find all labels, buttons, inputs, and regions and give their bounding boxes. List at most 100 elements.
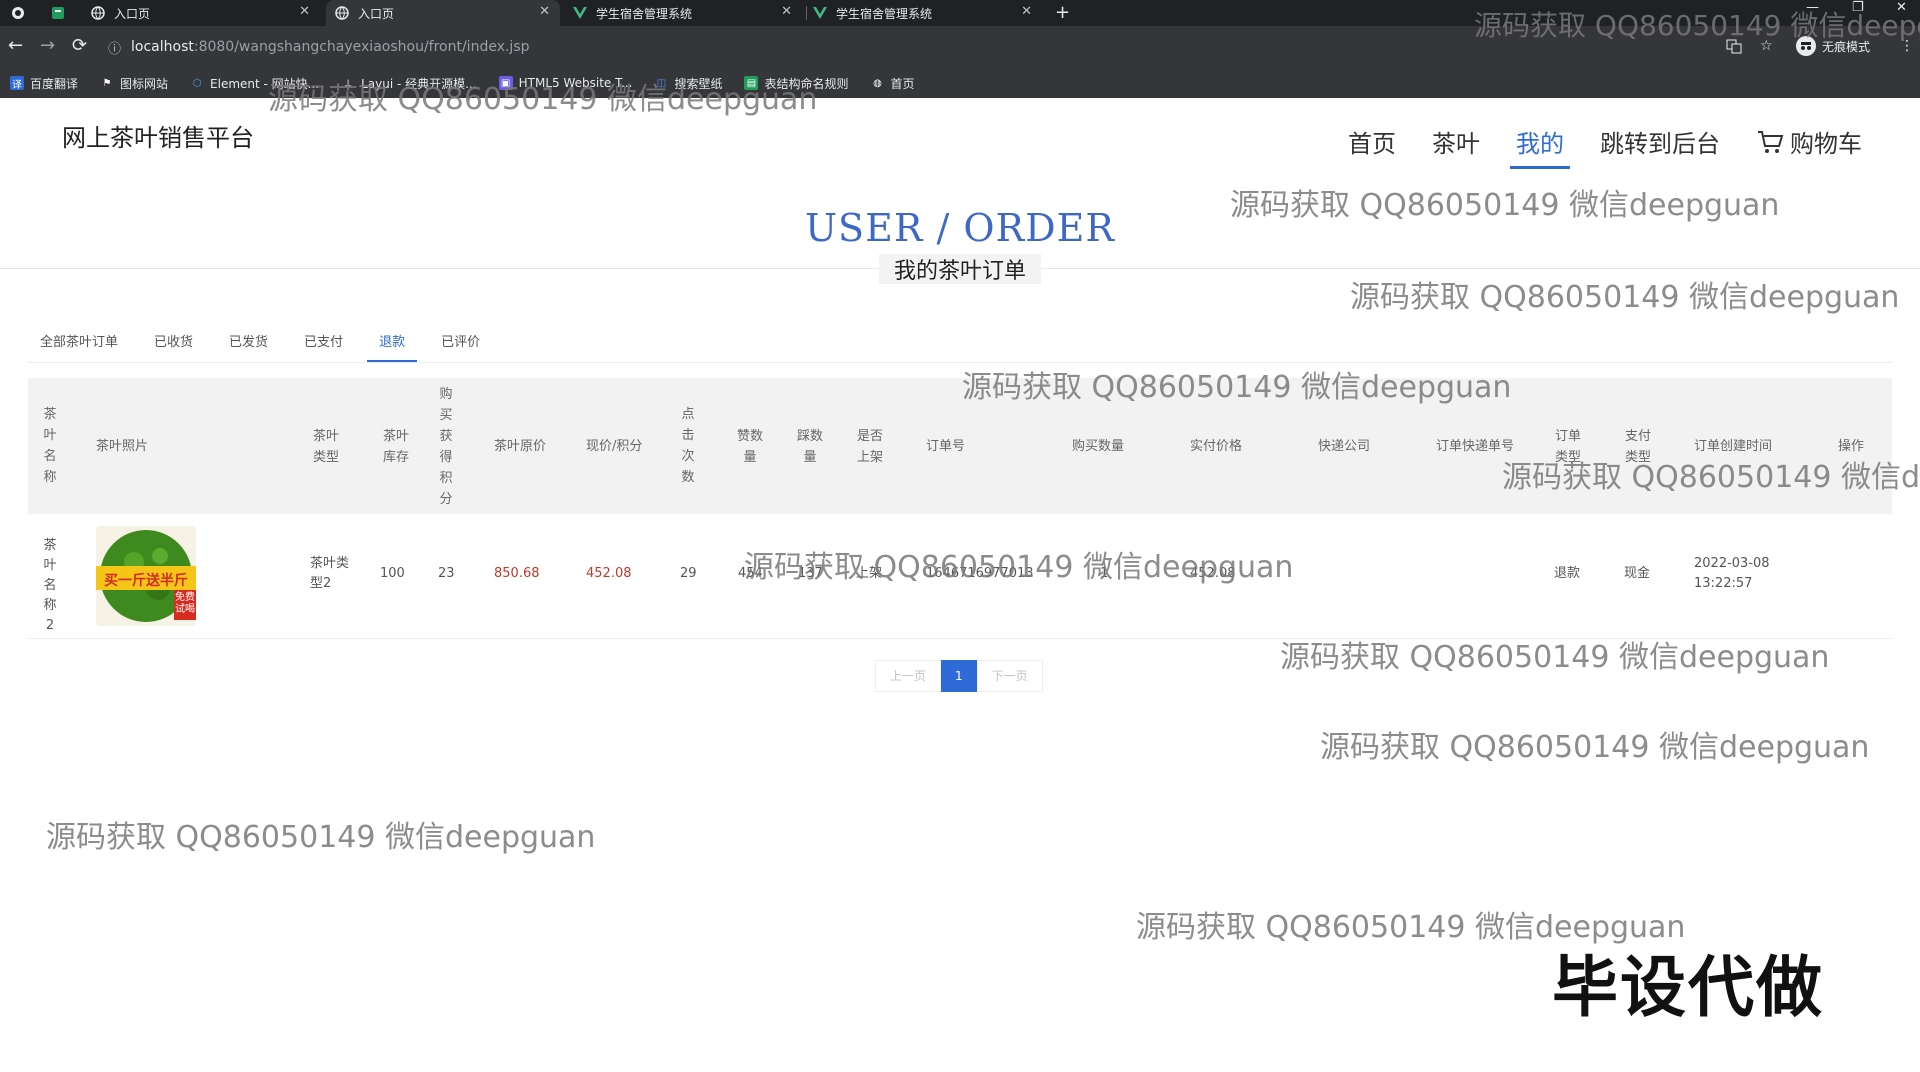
tab-refund[interactable]: 退款 (367, 326, 418, 362)
promo-stamp: 毕设代做 (1552, 949, 1824, 1026)
bookmark-item[interactable]: ⚑ 图标网站 (100, 75, 169, 92)
photo-promo-text: 买一斤送半斤 (104, 573, 188, 589)
column-header-type: 茶叶类型 (312, 429, 339, 465)
back-icon[interactable]: ← (8, 36, 23, 56)
column-header-current-price: 现价/积分 (586, 439, 643, 454)
cell-price: 850.68 (494, 566, 540, 581)
bookmark-label: 图标网站 (120, 76, 169, 91)
column-header-likes: 赞数量 (736, 429, 763, 465)
pagination: 上一页 1 下一页 (875, 660, 1043, 692)
site-brand[interactable]: 网上茶叶销售平台 (62, 118, 254, 153)
vue-icon (572, 5, 588, 21)
tab-all-orders[interactable]: 全部茶叶订单 (28, 326, 130, 360)
bookmark-item[interactable]: 译百度翻译 (10, 75, 78, 92)
browser-tab-0[interactable] (10, 0, 40, 26)
column-header-qty: 购买数量 (1072, 439, 1125, 454)
tab-shipped[interactable]: 已发货 (217, 326, 280, 360)
url-path: :8080/wangshangchayexiaoshou/front/index… (193, 39, 530, 55)
tab-paid[interactable]: 已支付 (292, 326, 355, 360)
forward-icon[interactable]: → (40, 36, 55, 56)
cart-label: 购物车 (1790, 130, 1862, 158)
translate-bookmark-icon: 译 (10, 76, 24, 91)
watermark: 源码获取 QQ86050149 微信deepguan (268, 82, 818, 117)
nav-item-cart[interactable]: 购物车 (1756, 124, 1862, 165)
url-input[interactable]: ⓘ localhost:8080/wangshangchayexiaoshou/… (108, 32, 1708, 62)
reload-icon[interactable]: ⟳ (72, 36, 87, 56)
photo-badge-text: 免费试喝 (175, 592, 195, 615)
watermark: 源码获取 QQ86050149 微信deepguan (1474, 9, 1920, 42)
bookmark-label: 百度翻译 (30, 76, 79, 91)
cell-current-price: 452.08 (586, 566, 632, 581)
watermark: 源码获取 QQ86050149 微信deepguan (1230, 188, 1780, 223)
nav-item-admin[interactable]: 跳转到后台 (1600, 124, 1720, 165)
browser-tab-1[interactable] (50, 0, 80, 26)
cell-name: 茶叶名称2 (43, 538, 57, 633)
column-header-paid: 实付价格 (1190, 439, 1243, 454)
cell-type: 茶叶类型2 (310, 556, 350, 591)
column-header-name: 茶叶名称 (43, 407, 57, 485)
column-header-photo: 茶叶照片 (96, 439, 149, 454)
next-page-button[interactable]: 下一页 (976, 660, 1043, 692)
sheet-icon (50, 5, 66, 21)
order-status-tabs: 全部茶叶订单 已收货 已发货 已支付 退款 已评价 (28, 326, 504, 362)
browser-tab-label: 入口页 (114, 6, 151, 21)
new-tab-icon[interactable]: + (1055, 2, 1070, 23)
column-header-courier: 快递公司 (1318, 439, 1371, 454)
cart-icon (1758, 130, 1784, 153)
site-info-icon[interactable]: ⓘ (108, 38, 121, 57)
close-icon[interactable]: ✕ (299, 4, 310, 19)
page-content: 网上茶叶销售平台 首页 茶叶 我的 跳转到后台 购物车 USER / ORDER… (0, 82, 1920, 1072)
cell-stock: 100 (380, 566, 405, 581)
globe-icon (90, 5, 106, 21)
cell-clicks: 29 (680, 566, 697, 581)
flag-icon: ⚑ (102, 77, 112, 89)
tab-reviewed[interactable]: 已评价 (429, 326, 492, 360)
column-header-points: 购买获得积分 (439, 387, 453, 507)
tea-photo[interactable]: 买一斤送半斤 免费试喝 (96, 526, 196, 626)
globe-icon: ◍ (873, 77, 882, 89)
watermark: 源码获取 QQ86050149 微信deepguan (1320, 730, 1870, 765)
element-icon: ⬡ (192, 77, 202, 89)
globe-icon (334, 5, 350, 21)
nav-item-home[interactable]: 首页 (1348, 124, 1396, 165)
cell-created-date: 2022-03-08 (1694, 556, 1770, 571)
cell-pay-type: 现金 (1624, 566, 1651, 581)
browser-tab-3[interactable]: 入口页 ✕ (326, 0, 560, 26)
column-header-order-no: 订单号 (926, 439, 966, 454)
column-header-price: 茶叶原价 (494, 439, 547, 454)
column-header-clicks: 点击次数 (681, 407, 695, 485)
url-host: localhost (131, 39, 194, 55)
browser-tab-5[interactable]: 学生宿舍管理系统 ✕ (812, 0, 1042, 26)
tab-separator (806, 6, 807, 20)
prev-page-button[interactable]: 上一页 (875, 660, 942, 692)
vue-icon (812, 5, 828, 21)
section-subtitle: 我的茶叶订单 (879, 254, 1041, 284)
tab-received[interactable]: 已收货 (142, 326, 205, 360)
watermark: 源码获取 QQ86050149 微信deepguan (744, 550, 1294, 585)
close-icon[interactable]: ✕ (781, 4, 792, 19)
browser-tab-2[interactable]: 入口页 ✕ (90, 0, 320, 26)
watermark: 源码获取 QQ86050149 微信deepguan (1280, 640, 1830, 675)
browser-tab-label: 入口页 (358, 6, 395, 21)
watermark: 源码获取 QQ86050149 微信deepguan (1350, 280, 1900, 315)
cell-order-type: 退款 (1554, 566, 1581, 581)
tabs-divider (28, 362, 1892, 363)
bookmark-item[interactable]: ◍ 首页 (870, 75, 914, 92)
browser-tab-label: 学生宿舍管理系统 (596, 6, 693, 21)
cell-created-time: 13:22:57 (1694, 576, 1753, 591)
bookmark-label: 首页 (890, 76, 915, 91)
close-icon[interactable]: ✕ (539, 4, 550, 19)
watermark: 源码获取 QQ86050149 微信deepguan (46, 820, 596, 855)
page-button-current[interactable]: 1 (941, 660, 977, 692)
watermark: 源码获取 QQ86050149 微信deepguan (962, 370, 1512, 405)
grid-icon (10, 5, 26, 21)
close-icon[interactable]: ✕ (1021, 4, 1032, 19)
main-nav: 首页 茶叶 我的 跳转到后台 购物车 (1348, 124, 1862, 169)
nav-item-tea[interactable]: 茶叶 (1432, 124, 1480, 165)
watermark: 源码获取 QQ86050149 微信deepguan (1502, 460, 1920, 495)
column-header-dislikes: 踩数量 (796, 429, 823, 465)
browser-tab-4[interactable]: 学生宿舍管理系统 ✕ (572, 0, 802, 26)
browser-tab-label: 学生宿舍管理系统 (836, 6, 933, 21)
column-header-stock: 茶叶库存 (382, 429, 409, 465)
nav-item-mine[interactable]: 我的 (1510, 124, 1570, 169)
